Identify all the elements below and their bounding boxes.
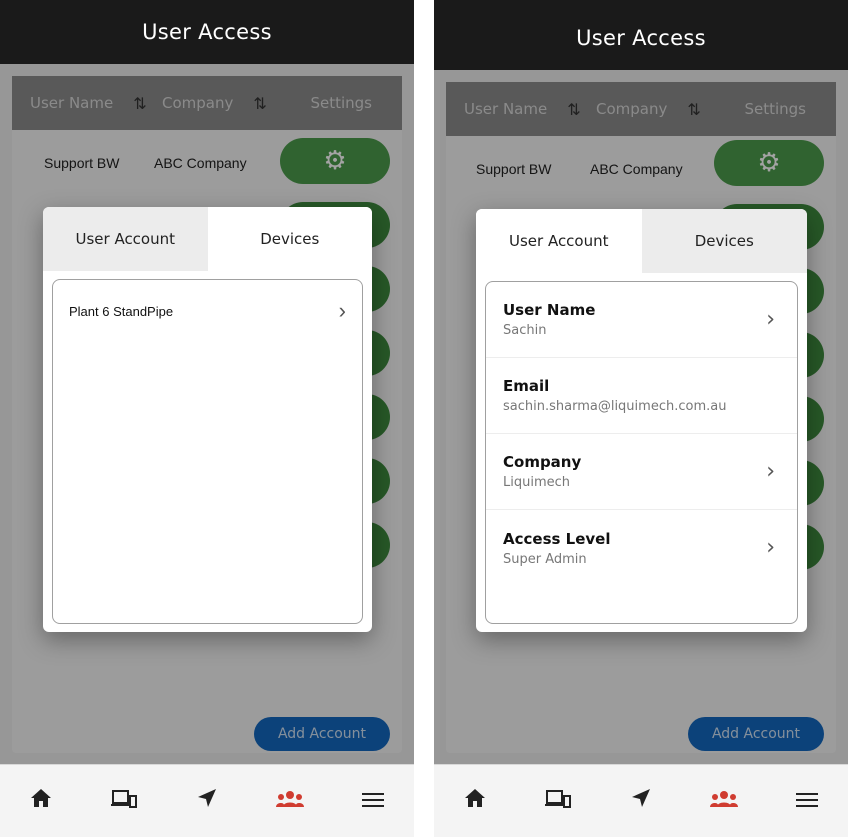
field-access-level[interactable]: Access Level Super Admin › [486, 510, 797, 586]
field-value: Super Admin [503, 551, 587, 567]
user-account-panel: User Name Sachin › Email sachin.sharma@l… [485, 281, 798, 624]
menu-icon[interactable] [781, 789, 833, 814]
devices-panel: Plant 6 StandPipe › [52, 279, 363, 624]
home-icon[interactable] [449, 788, 501, 814]
user-details-modal: User Account Devices Plant 6 StandPipe › [43, 207, 372, 632]
tab-devices[interactable]: Devices [207, 207, 372, 271]
modal-tabs: User Account Devices [476, 209, 807, 273]
chevron-right-icon: › [766, 535, 775, 560]
page-title: User Access [576, 26, 706, 50]
bottom-nav [0, 764, 414, 837]
field-value: sachin.sharma@liquimech.com.au [503, 399, 727, 414]
devices-icon[interactable] [98, 789, 150, 814]
chevron-right-icon: › [338, 298, 346, 323]
page-title: User Access [142, 20, 272, 44]
menu-icon[interactable] [347, 789, 399, 814]
phone-screen-devices: User Access User Name ⇅ Company ⇅ Settin… [0, 0, 414, 837]
chevron-right-icon: › [766, 306, 775, 332]
tab-devices[interactable]: Devices [641, 209, 807, 273]
location-arrow-icon[interactable] [615, 788, 667, 814]
modal-tabs: User Account Devices [43, 207, 372, 271]
device-list-item[interactable]: Plant 6 StandPipe › [69, 300, 346, 322]
field-label: Company [503, 453, 582, 471]
users-icon[interactable] [264, 789, 316, 814]
field-user-name[interactable]: User Name Sachin › [486, 282, 797, 358]
user-details-modal: User Account Devices User Name Sachin › … [476, 209, 807, 632]
field-company[interactable]: Company Liquimech › [486, 434, 797, 510]
home-icon[interactable] [15, 788, 67, 814]
bottom-nav [434, 764, 848, 837]
tab-user-account[interactable]: User Account [476, 209, 642, 273]
field-label: User Name [503, 301, 596, 319]
app-header: User Access [434, 0, 848, 70]
tab-user-account[interactable]: User Account [43, 207, 208, 271]
app-header: User Access [0, 0, 414, 64]
field-email: Email sachin.sharma@liquimech.com.au [486, 358, 797, 434]
users-icon[interactable] [698, 789, 750, 814]
field-value: Liquimech [503, 475, 571, 490]
field-label: Email [503, 377, 550, 395]
phone-screen-user-account: User Access User Name ⇅ Company ⇅ Settin… [434, 0, 848, 837]
field-value: Sachin [503, 323, 547, 338]
devices-icon[interactable] [532, 789, 584, 814]
location-arrow-icon[interactable] [181, 788, 233, 814]
chevron-right-icon: › [766, 458, 775, 484]
field-label: Access Level [503, 529, 611, 548]
device-name: Plant 6 StandPipe [69, 303, 174, 319]
